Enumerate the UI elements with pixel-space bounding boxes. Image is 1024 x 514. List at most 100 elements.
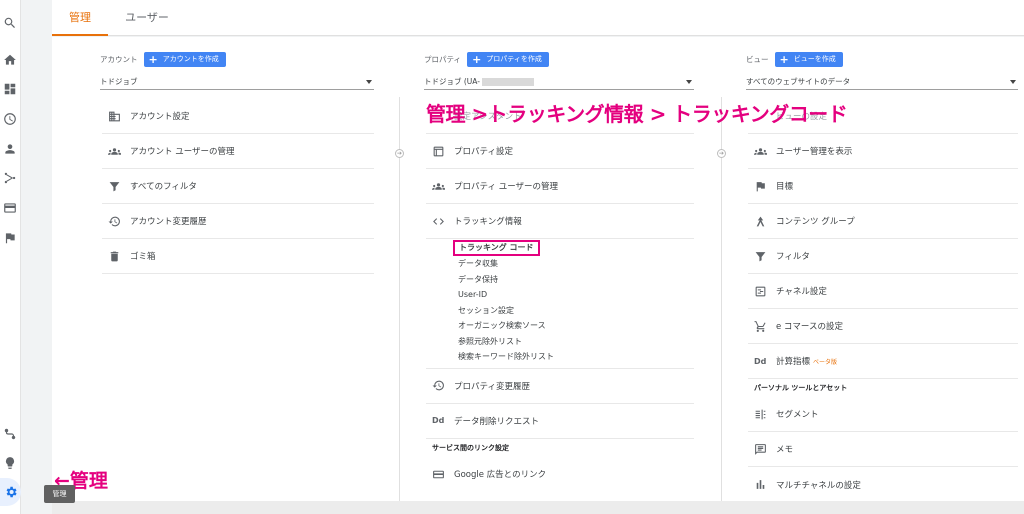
attribution-icon[interactable] — [2, 426, 18, 442]
account-user-management-item[interactable]: アカウント ユーザーの管理 — [102, 134, 374, 169]
conversions-flag-icon[interactable] — [2, 230, 18, 246]
account-selector[interactable]: トドジョブ — [100, 74, 374, 90]
behavior-icon[interactable] — [2, 200, 18, 216]
code-brackets-icon — [426, 215, 454, 228]
item-label: フィルタ — [776, 252, 810, 262]
organic-search-sources-link[interactable]: オーガニック検索ソース — [458, 318, 694, 334]
view-selector[interactable]: すべてのウェブサイトのデータ — [746, 74, 1018, 90]
data-deletion-request-item[interactable]: Dd データ削除リクエスト — [426, 404, 694, 439]
channel-settings-item[interactable]: チャネル設定 — [748, 274, 1018, 309]
cart-icon — [748, 320, 776, 333]
item-label: トラッキング情報 — [454, 217, 522, 227]
session-settings-link[interactable]: セッション設定 — [458, 303, 694, 319]
account-column-label: アカウント — [100, 55, 138, 64]
breadcrumb-annotation: 管理 >トラッキング情報 > トラッキングコード — [426, 102, 848, 126]
search-icon[interactable] — [2, 15, 18, 31]
property-selected-text: トドジョブ (UA- — [424, 77, 480, 86]
item-label: マルチチャネルの設定 — [776, 480, 861, 491]
discover-lightbulb-icon[interactable] — [2, 455, 18, 471]
property-column-label: プロパティ — [424, 55, 462, 64]
view-menu: ビューの設定 ユーザー管理を表示 目標 コンテンツ グループ フィルタ チャネル… — [748, 99, 1018, 502]
tracking-info-item[interactable]: トラッキング情報 — [426, 204, 694, 239]
property-header: プロパティ + プロパティを作成 — [424, 52, 549, 67]
calculated-metrics-item[interactable]: Dd 計算指標 ベータ版 — [748, 344, 1018, 379]
audience-person-icon[interactable] — [2, 141, 18, 157]
property-selector[interactable]: トドジョブ (UA- — [424, 74, 694, 90]
note-icon — [748, 443, 776, 456]
ads-card-icon — [426, 468, 454, 481]
beta-badge: ベータ版 — [813, 358, 838, 366]
people-icon — [748, 145, 776, 158]
item-label: アカウント変更履歴 — [130, 217, 207, 227]
filter-icon — [102, 180, 130, 193]
create-property-button[interactable]: + プロパティを作成 — [467, 52, 549, 67]
item-label: プロパティ ユーザーの管理 — [454, 182, 559, 192]
history-icon — [102, 215, 130, 228]
item-label: アカウント設定 — [130, 112, 190, 122]
property-menu: 設定アシスタント プロパティ設定 プロパティ ユーザーの管理 トラッキング情報 … — [426, 99, 694, 492]
referral-exclusion-link[interactable]: 参照元除外リスト — [458, 334, 694, 350]
property-user-management-item[interactable]: プロパティ ユーザーの管理 — [426, 169, 694, 204]
item-label: コンテンツ グループ — [776, 217, 855, 227]
home-icon[interactable] — [2, 52, 18, 68]
item-label: Google 広告とのリンク — [454, 470, 547, 480]
ecommerce-settings-item[interactable]: e コマースの設定 — [748, 309, 1018, 344]
customization-icon[interactable] — [2, 81, 18, 97]
plus-icon: + — [779, 53, 789, 66]
account-header: アカウント + アカウントを作成 — [100, 52, 226, 67]
segment-icon — [748, 408, 776, 421]
property-change-history-item[interactable]: プロパティ変更履歴 — [426, 369, 694, 404]
account-settings-item[interactable]: アカウント設定 — [102, 99, 374, 134]
account-change-history-item[interactable]: アカウント変更履歴 — [102, 204, 374, 239]
data-retention-link[interactable]: データ保持 — [458, 272, 694, 288]
item-label: チャネル設定 — [776, 287, 827, 297]
tab-user[interactable]: ユーザー — [112, 0, 182, 36]
item-label: すべてのフィルタ — [130, 182, 197, 192]
personal-tools-section-title: パーソナル ツールとアセット — [754, 384, 848, 392]
create-view-label: ビューを作成 — [793, 55, 836, 63]
tab-admin[interactable]: 管理 — [52, 0, 108, 36]
trash-item[interactable]: ゴミ箱 — [102, 239, 374, 274]
nav-rail — [0, 0, 21, 514]
tracking-code-link[interactable]: トラッキング コード — [453, 240, 540, 256]
dd-icon: Dd — [754, 356, 767, 366]
admin-gear-icon[interactable] — [0, 478, 21, 506]
dd-icon: Dd — [432, 416, 445, 425]
segments-item[interactable]: セグメント — [748, 397, 1018, 432]
create-view-button[interactable]: + ビューを作成 — [774, 52, 843, 67]
item-label: ユーザー管理を表示 — [776, 147, 853, 157]
plus-icon: + — [148, 53, 158, 66]
google-ads-linking-item[interactable]: Google 広告とのリンク — [426, 457, 694, 492]
caret-down-icon — [366, 79, 372, 84]
realtime-clock-icon[interactable] — [2, 111, 18, 127]
annotations-item[interactable]: メモ — [748, 432, 1018, 467]
data-collection-link[interactable]: データ収集 — [458, 256, 694, 272]
plus-icon: + — [472, 53, 482, 66]
admin-tooltip: 管理 — [44, 485, 75, 503]
create-account-button[interactable]: + アカウントを作成 — [143, 52, 226, 67]
property-settings-item[interactable]: プロパティ設定 — [426, 134, 694, 169]
item-label: e コマースの設定 — [776, 322, 844, 332]
view-filters-item[interactable]: フィルタ — [748, 239, 1018, 274]
tracking-info-submenu: トラッキング コード データ収集 データ保持 User-ID セッション設定 オ… — [426, 239, 694, 369]
item-label: メモ — [776, 445, 794, 455]
sub-item-row: トラッキング コード — [453, 240, 694, 256]
people-icon — [102, 145, 130, 158]
all-filters-item[interactable]: すべてのフィルタ — [102, 169, 374, 204]
view-user-management-item[interactable]: ユーザー管理を表示 — [748, 134, 1018, 169]
goals-item[interactable]: 目標 — [748, 169, 1018, 204]
footer-strip — [52, 501, 1024, 514]
browser-window-icon — [426, 145, 454, 158]
item-label: 目標 — [776, 182, 794, 192]
acquisition-icon[interactable] — [2, 170, 18, 186]
multichannel-settings-item[interactable]: マルチチャネルの設定 — [748, 467, 1018, 502]
content-grouping-item[interactable]: コンテンツ グループ — [748, 204, 1018, 239]
view-column-label: ビュー — [746, 55, 769, 64]
blurred-tracking-id — [481, 78, 534, 86]
arrow-right-icon: ➔ — [395, 149, 404, 158]
item-label: アカウント ユーザーの管理 — [130, 147, 235, 157]
search-term-exclusion-link[interactable]: 検索キーワード除外リスト — [458, 349, 694, 365]
user-id-link[interactable]: User-ID — [458, 287, 694, 303]
product-linking-section-title: サービス間のリンク設定 — [432, 443, 509, 452]
account-selected-value: トドジョブ — [100, 77, 138, 86]
